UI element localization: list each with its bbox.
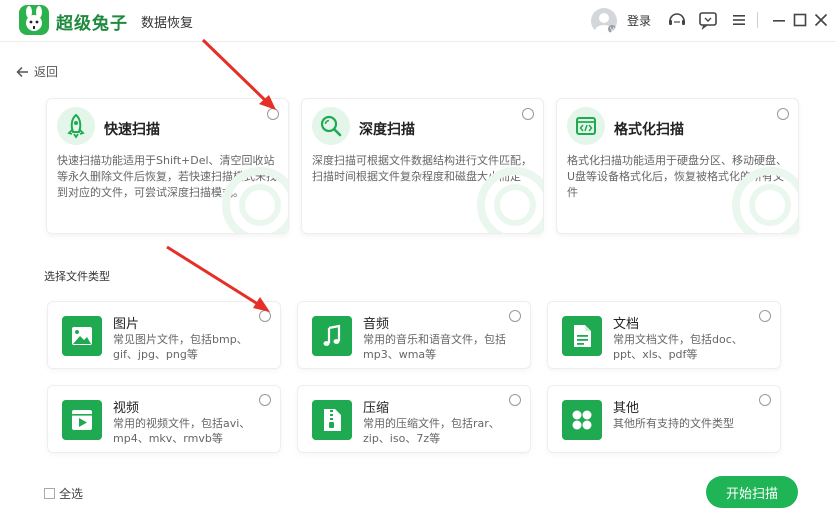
select-all-label: 全选 bbox=[59, 487, 84, 501]
file-type-description: 常用文档文件，包括doc、ppt、xls、pdf等 bbox=[613, 333, 743, 361]
scan-mode-title: 快速扫描 bbox=[104, 122, 160, 138]
app-subtitle: 数据恢复 bbox=[141, 16, 194, 31]
file-type-radio[interactable] bbox=[259, 310, 271, 322]
rocket-icon bbox=[57, 107, 95, 145]
customer-service-icon[interactable] bbox=[667, 10, 687, 30]
video-icon bbox=[62, 400, 102, 440]
close-icon[interactable] bbox=[811, 10, 831, 30]
magnifier-icon bbox=[312, 107, 350, 145]
file-type-name: 图片 bbox=[113, 317, 140, 332]
rabbit-logo-icon bbox=[19, 5, 49, 35]
file-type-name: 视频 bbox=[113, 401, 140, 416]
file-type-name: 文档 bbox=[613, 317, 640, 332]
file-type-description: 常用的视频文件，包括avi、mp4、mkv、rmvb等 bbox=[113, 417, 251, 445]
titlebar-divider bbox=[757, 12, 758, 28]
file-type-radio[interactable] bbox=[759, 310, 771, 322]
file-type-radio[interactable] bbox=[509, 310, 521, 322]
file-type-section-label: 选择文件类型 bbox=[44, 270, 110, 283]
arrow-left-icon bbox=[16, 66, 28, 77]
feedback-icon[interactable] bbox=[698, 10, 718, 30]
file-type-name: 压缩 bbox=[363, 401, 390, 416]
scan-mode-format[interactable]: 格式化扫描 格式化扫描功能适用于硬盘分区、移动硬盘、U盘等设备格式化后，恢复被格… bbox=[556, 98, 799, 234]
watermark-decoration bbox=[732, 167, 798, 233]
back-link[interactable]: 返回 bbox=[16, 63, 58, 80]
checkbox-box bbox=[44, 488, 55, 499]
scan-mode-radio[interactable] bbox=[777, 108, 789, 120]
menu-icon[interactable] bbox=[729, 10, 749, 30]
file-type-image[interactable]: 图片 常见图片文件，包括bmp、gif、jpg、png等 bbox=[47, 301, 281, 369]
scan-mode-radio[interactable] bbox=[522, 108, 534, 120]
file-type-description: 常用的压缩文件，包括rar、zip、iso、7z等 bbox=[363, 417, 500, 445]
brand-name: 超级兔子 bbox=[56, 14, 128, 34]
file-type-description: 常用的音乐和语音文件，包括mp3、wma等 bbox=[363, 333, 506, 361]
file-type-name: 其他 bbox=[613, 401, 640, 416]
scan-mode-quick[interactable]: 快速扫描 快速扫描功能适用于Shift+Del、清空回收站等永久删除文件后恢复，… bbox=[46, 98, 289, 234]
file-type-radio[interactable] bbox=[509, 394, 521, 406]
zip-icon bbox=[312, 400, 352, 440]
file-type-other[interactable]: 其他 其他所有支持的文件类型 bbox=[547, 385, 781, 453]
back-label: 返回 bbox=[34, 65, 59, 79]
image-icon bbox=[62, 316, 102, 356]
user-silhouette-icon: V bbox=[595, 13, 616, 34]
file-type-name: 音频 bbox=[363, 317, 390, 332]
file-type-video[interactable]: 视频 常用的视频文件，包括avi、mp4、mkv、rmvb等 bbox=[47, 385, 281, 453]
music-note-icon bbox=[312, 316, 352, 356]
scan-mode-radio[interactable] bbox=[267, 108, 279, 120]
scan-mode-title: 格式化扫描 bbox=[614, 122, 684, 138]
scan-mode-title: 深度扫描 bbox=[359, 122, 415, 138]
watermark-decoration bbox=[477, 167, 543, 233]
document-icon bbox=[562, 316, 602, 356]
file-type-audio[interactable]: 音频 常用的音乐和语音文件，包括mp3、wma等 bbox=[297, 301, 531, 369]
format-code-icon bbox=[567, 107, 605, 145]
file-type-description: 其他所有支持的文件类型 bbox=[613, 417, 734, 430]
maximize-icon[interactable] bbox=[790, 10, 810, 30]
file-type-archive[interactable]: 压缩 常用的压缩文件，包括rar、zip、iso、7z等 bbox=[297, 385, 531, 453]
grid-icon bbox=[562, 400, 602, 440]
watermark-decoration bbox=[222, 167, 288, 233]
file-type-document[interactable]: 文档 常用文档文件，包括doc、ppt、xls、pdf等 bbox=[547, 301, 781, 369]
scan-mode-deep[interactable]: 深度扫描 深度扫描可根据文件数据结构进行文件匹配，扫描时间根据文件复杂程度和磁盘… bbox=[301, 98, 544, 234]
select-all-checkbox[interactable]: 全选 bbox=[44, 485, 83, 502]
login-link[interactable]: 登录 bbox=[627, 12, 651, 29]
file-type-radio[interactable] bbox=[259, 394, 271, 406]
start-scan-button[interactable]: 开始扫描 bbox=[706, 476, 798, 508]
file-type-radio[interactable] bbox=[759, 394, 771, 406]
user-avatar[interactable]: V bbox=[591, 8, 617, 34]
title-bar: 超级兔子 数据恢复 V 登录 bbox=[0, 0, 836, 42]
minimize-icon[interactable] bbox=[769, 10, 789, 30]
file-type-description: 常见图片文件，包括bmp、gif、jpg、png等 bbox=[113, 333, 248, 361]
